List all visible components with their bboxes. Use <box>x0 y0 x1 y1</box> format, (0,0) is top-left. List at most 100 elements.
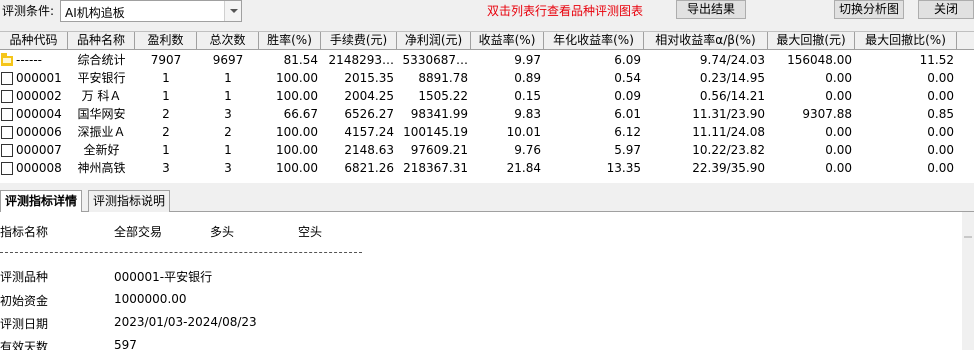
results-grid[interactable]: 品种代码 品种名称 盈利数 总次数 胜率(%) 手续费(元) 净利润(元) 收益… <box>0 31 974 183</box>
cell-name: 综合统计 <box>77 53 126 67</box>
document-icon <box>1 90 13 103</box>
cell-total-count: 1 <box>224 71 232 85</box>
cell-name: 国华网安 <box>77 107 126 121</box>
cell-max-drawdown-ratio: 0.00 <box>927 89 954 103</box>
scrollbar-thumb[interactable] <box>964 236 972 238</box>
col-header-return-rate[interactable]: 收益率(%) <box>471 32 544 50</box>
cell-annual-return: 6.12 <box>614 125 641 139</box>
cell-net-profit: 218367.31 <box>403 161 468 175</box>
document-icon <box>1 126 13 139</box>
col-header-total-count[interactable]: 总次数 <box>197 32 259 50</box>
col-header-name[interactable]: 品种名称 <box>68 32 135 50</box>
cell-fees: 2015.35 <box>344 71 394 85</box>
cell-net-profit: 1505.22 <box>418 89 468 103</box>
cell-fees: 2148.63 <box>344 143 394 157</box>
cell-max-drawdown-ratio: 0.00 <box>927 161 954 175</box>
table-row[interactable]: 000001 平安银行 1 1 100.00 2015.35 8891.78 0… <box>0 69 974 87</box>
detail-item-label: 初始资金 <box>0 294 49 308</box>
col-header-fees[interactable]: 手续费(元) <box>321 32 397 50</box>
double-click-hint: 双击列表行查看品种评测图表 <box>487 4 644 18</box>
cell-return-rate: 9.76 <box>514 143 541 157</box>
cell-profit-count: 2 <box>162 107 170 121</box>
divider <box>0 252 362 253</box>
chevron-down-icon[interactable] <box>224 1 241 21</box>
cell-annual-return: 6.09 <box>614 53 641 67</box>
table-row[interactable]: 000002 万 科Ａ 1 1 100.00 2004.25 1505.22 0… <box>0 87 974 105</box>
col-header-net-profit[interactable]: 净利润(元) <box>397 32 471 50</box>
cell-net-profit: 5330687… <box>402 53 468 67</box>
cell-win-rate: 100.00 <box>276 125 318 139</box>
cell-profit-count: 1 <box>162 143 170 157</box>
detail-item-value: 2023/01/03-2024/08/23 <box>114 315 257 329</box>
switch-chart-button[interactable]: 切换分析图 <box>834 0 904 19</box>
detail-scrollbar[interactable] <box>962 212 974 350</box>
cell-max-drawdown: 0.00 <box>825 89 852 103</box>
condition-label: 评测条件: <box>2 4 55 18</box>
document-icon <box>1 162 13 175</box>
col-header-max-drawdown-ratio[interactable]: 最大回撤比(%) <box>855 32 957 50</box>
cell-relative-return: 11.31/23.90 <box>692 107 765 121</box>
table-row[interactable]: 000004 国华网安 2 3 66.67 6526.27 98341.99 9… <box>0 105 974 123</box>
condition-select[interactable]: AI机构追板 <box>60 0 242 22</box>
cell-max-drawdown-ratio: 0.85 <box>927 107 954 121</box>
cell-relative-return: 0.23/14.95 <box>699 71 765 85</box>
metrics-detail-panel: 指标名称 全部交易 多头 空头 评测品种 000001-平安银行 初始资金 10… <box>0 212 962 350</box>
table-row[interactable]: 000007 全新好 1 1 100.00 2148.63 97609.21 9… <box>0 141 974 159</box>
col-header-code[interactable]: 品种代码 <box>0 32 68 50</box>
cell-name: 全新好 <box>83 143 120 157</box>
folder-icon <box>1 53 13 66</box>
detail-item-value: 597 <box>114 338 137 350</box>
cell-total-count: 2 <box>224 125 232 139</box>
document-icon <box>1 108 13 121</box>
col-header-profit-count[interactable]: 盈利数 <box>135 32 197 50</box>
cell-net-profit: 8891.78 <box>418 71 468 85</box>
cell-win-rate: 100.00 <box>276 161 318 175</box>
cell-return-rate: 9.83 <box>514 107 541 121</box>
cell-win-rate: 81.54 <box>283 53 318 67</box>
cell-annual-return: 0.09 <box>614 89 641 103</box>
cell-code: 000006 <box>16 125 62 139</box>
cell-win-rate: 66.67 <box>283 107 318 121</box>
document-icon <box>1 144 13 157</box>
close-button[interactable]: 关闭 <box>918 0 974 19</box>
col-header-win-rate[interactable]: 胜率(%) <box>259 32 321 50</box>
cell-win-rate: 100.00 <box>276 143 318 157</box>
cell-relative-return: 10.22/23.82 <box>692 143 765 157</box>
col-header-max-drawdown[interactable]: 最大回撤(元) <box>768 32 855 50</box>
cell-code: 000008 <box>16 161 62 175</box>
cell-max-drawdown: 0.00 <box>825 125 852 139</box>
col-header-annual-return[interactable]: 年化收益率(%) <box>544 32 644 50</box>
detail-item-label: 有效天数 <box>0 340 49 350</box>
cell-fees: 6821.26 <box>344 161 394 175</box>
cell-name: 平安银行 <box>77 71 126 85</box>
detail-item-label: 评测日期 <box>0 317 49 331</box>
tab-metrics-detail[interactable]: 评测指标详情 <box>0 190 83 213</box>
toolbar: 评测条件: AI机构追板 双击列表行查看品种评测图表 导出结果 切换分析图 关闭 <box>0 0 974 24</box>
tab-metrics-description[interactable]: 评测指标说明 <box>88 190 171 212</box>
cell-win-rate: 100.00 <box>276 71 318 85</box>
table-row[interactable]: 000006 深振业Ａ 2 2 100.00 4157.24 100145.19… <box>0 123 974 141</box>
export-button[interactable]: 导出结果 <box>676 0 746 19</box>
cell-relative-return: 11.11/24.08 <box>692 125 765 139</box>
cell-max-drawdown: 0.00 <box>825 161 852 175</box>
cell-annual-return: 13.35 <box>606 161 641 175</box>
cell-net-profit: 98341.99 <box>410 107 468 121</box>
cell-return-rate: 9.97 <box>514 53 541 67</box>
document-icon <box>1 72 13 85</box>
cell-total-count: 1 <box>224 143 232 157</box>
table-row[interactable]: ------ 综合统计 7907 9697 81.54 2148293… 533… <box>0 51 974 69</box>
cell-annual-return: 6.01 <box>614 107 641 121</box>
table-row[interactable]: 000008 神州高铁 3 3 100.00 6821.26 218367.31… <box>0 159 974 177</box>
cell-code: 000007 <box>16 143 62 157</box>
cell-max-drawdown: 156048.00 <box>787 53 852 67</box>
cell-annual-return: 5.97 <box>614 143 641 157</box>
col-header-relative-return[interactable]: 相对收益率α/β(%) <box>644 32 768 50</box>
detail-header-name: 指标名称 <box>0 225 49 239</box>
detail-item-value: 1000000.00 <box>114 292 187 306</box>
cell-code: 000004 <box>16 107 62 121</box>
cell-return-rate: 0.15 <box>514 89 541 103</box>
cell-fees: 4157.24 <box>344 125 394 139</box>
cell-name: 深振业Ａ <box>77 125 126 139</box>
cell-return-rate: 21.84 <box>506 161 541 175</box>
cell-profit-count: 1 <box>162 89 170 103</box>
